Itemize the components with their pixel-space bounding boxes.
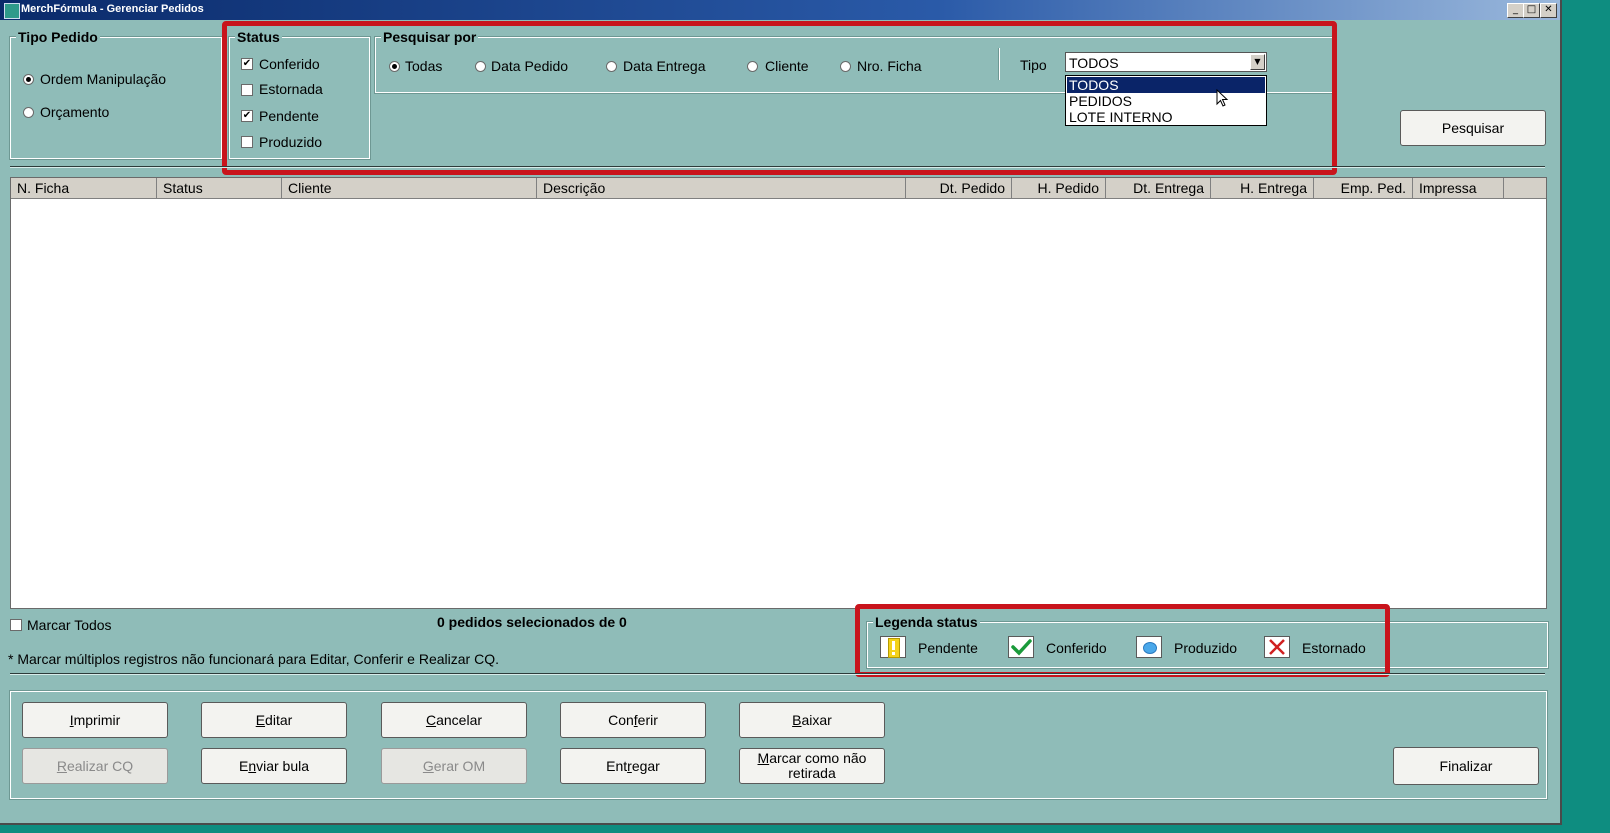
checkbox-marcar-todos-label[interactable]: Marcar Todos xyxy=(27,617,112,633)
divider-top xyxy=(10,166,1545,168)
tipo-pedido-group: Tipo Pedido xyxy=(9,29,223,160)
divider-bottom xyxy=(10,673,1545,675)
selection-count: 0 pedidos selecionados de 0 xyxy=(437,614,627,630)
app-icon xyxy=(4,3,20,19)
highlight-box-filters xyxy=(222,21,1337,175)
gerar-om-button: Gerar OM xyxy=(381,748,527,784)
tipo-pedido-legend: Tipo Pedido xyxy=(16,29,100,45)
title-bar[interactable]: MerchFórmula - Gerenciar Pedidos _ □ ✕ xyxy=(0,0,1560,20)
column-header-cliente[interactable]: Cliente xyxy=(282,178,537,198)
column-header-h-pedido[interactable]: H. Pedido xyxy=(1012,178,1106,198)
window-title: MerchFórmula - Gerenciar Pedidos xyxy=(21,3,204,15)
multi-select-note: * Marcar múltiplos registros não funcion… xyxy=(8,651,499,667)
radio-orcamento[interactable] xyxy=(23,107,34,118)
pesquisar-button[interactable]: Pesquisar xyxy=(1400,110,1546,146)
close-button[interactable]: ✕ xyxy=(1540,3,1557,18)
column-header-descricao[interactable]: Descrição xyxy=(537,178,906,198)
minimize-button[interactable]: _ xyxy=(1507,3,1524,18)
table-header: N. Ficha Status Cliente Descrição Dt. Pe… xyxy=(11,178,1546,199)
radio-ordem-manipulacao[interactable] xyxy=(23,74,34,85)
checkbox-marcar-todos[interactable] xyxy=(10,619,22,631)
enviar-bula-button[interactable]: Enviar bula xyxy=(201,748,347,784)
entregar-button[interactable]: Entregar xyxy=(560,748,706,784)
main-window: MerchFórmula - Gerenciar Pedidos _ □ ✕ T… xyxy=(0,0,1562,825)
column-header-n-ficha[interactable]: N. Ficha xyxy=(11,178,157,198)
column-header-impressa[interactable]: Impressa xyxy=(1413,178,1504,198)
finalizar-button[interactable]: Finalizar xyxy=(1393,747,1539,785)
baixar-button[interactable]: Baixar xyxy=(739,702,885,738)
orders-table[interactable]: N. Ficha Status Cliente Descrição Dt. Pe… xyxy=(10,177,1547,609)
radio-orcamento-label[interactable]: Orçamento xyxy=(40,104,109,120)
imprimir-button[interactable]: Imprimir xyxy=(22,702,168,738)
column-header-h-entrega[interactable]: H. Entrega xyxy=(1211,178,1314,198)
maximize-button[interactable]: □ xyxy=(1523,3,1540,18)
conferir-button[interactable]: Conferir xyxy=(560,702,706,738)
editar-button[interactable]: Editar xyxy=(201,702,347,738)
realizar-cq-button: Realizar CQ xyxy=(22,748,168,784)
marcar-como-nao-retirada-button[interactable]: Marcar como não retirada xyxy=(739,748,885,784)
column-header-status[interactable]: Status xyxy=(157,178,282,198)
radio-ordem-manipulacao-label[interactable]: Ordem Manipulação xyxy=(40,71,166,87)
column-header-emp-ped[interactable]: Emp. Ped. xyxy=(1314,178,1413,198)
column-header-dt-entrega[interactable]: Dt. Entrega xyxy=(1106,178,1211,198)
cancelar-button[interactable]: Cancelar xyxy=(381,702,527,738)
highlight-box-legend xyxy=(855,604,1390,677)
column-header-dt-pedido[interactable]: Dt. Pedido xyxy=(906,178,1012,198)
